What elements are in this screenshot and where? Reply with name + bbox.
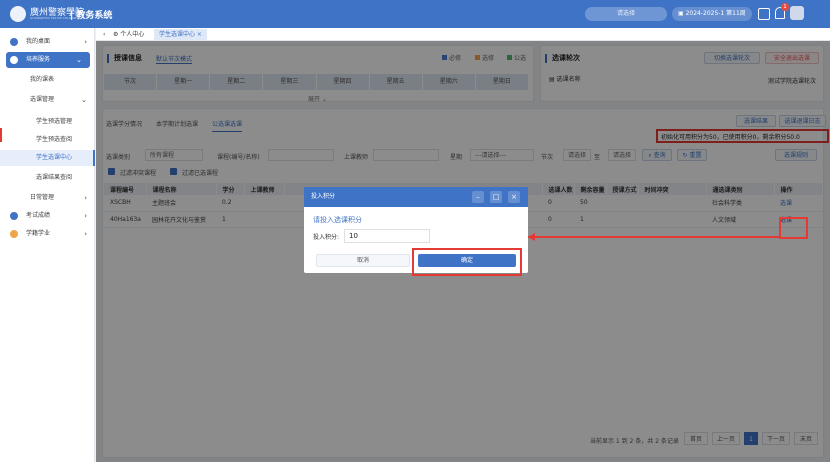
top-bar: 廣州警察學院 GUANGZHOU POLICE COLLEGE | 教务系统 请… [0,0,830,28]
sidebar-item-label: 培养服务 [26,56,51,63]
notification-badge: 1 [781,3,789,11]
sidebar-item-result-view[interactable]: 选课结果查阅 [0,170,95,186]
exam-icon [10,212,18,220]
desktop-icon [10,38,18,46]
sidebar-item-label: 选课管理 [30,96,55,103]
fullscreen-icon[interactable] [758,8,770,20]
tab-label: 个人中心 [120,31,145,38]
tab-selection-center[interactable]: 学生选课中心 × [154,29,207,40]
sidebar-item-label: 学籍学业 [26,230,51,237]
semester-selector[interactable]: ▣ 2024-2025-1 第11周 [672,7,752,21]
credit-field-label: 投入积分: [313,234,340,241]
close-icon[interactable]: × [508,191,520,203]
sidebar-item-label: 我的桌面 [26,38,51,45]
sidebar-item-label: 我的课表 [30,76,55,83]
minimize-icon[interactable]: – [472,191,484,203]
tab-label: 学生选课中心 [159,31,196,38]
training-icon [10,56,18,64]
sidebar-item-preselect-mgmt[interactable]: 学生预选管理 [0,114,95,130]
avatar[interactable] [790,6,804,20]
system-name: | 教务系统 [70,11,113,21]
sidebar-item-label: 考试成绩 [26,212,51,219]
sidebar-item-label: 学生预选管理 [36,118,73,125]
chevron-down-icon: ⌄ [81,96,87,104]
sidebar-item-status[interactable]: 学籍学业 › [0,226,95,242]
status-icon [10,230,18,238]
highlight-marker [0,128,2,142]
chevron-right-icon: › [84,230,87,238]
sidebar-item-training[interactable]: 培养服务 ⌄ [6,52,90,68]
tab-home[interactable]: ⚙ 个人中心 [108,29,149,40]
modal-subtitle: 请投入选课积分 [313,216,362,224]
modal-header: 投入积分 – □ × [304,187,528,207]
chevron-right-icon: › [84,194,87,202]
chevron-down-icon: ⌄ [76,56,82,64]
select-button-highlight [779,217,808,239]
sidebar-item-desktop[interactable]: 我的桌面 › [0,34,95,50]
sidebar-item-selection-center[interactable]: 学生选课中心 [0,150,95,166]
cancel-button[interactable]: 取消 [316,254,410,267]
confirm-highlight [412,248,522,276]
credit-input[interactable]: 10 [344,229,430,243]
maximize-icon[interactable]: □ [490,191,502,203]
arrow-line [528,236,781,238]
college-logo-icon [10,6,26,22]
chevron-right-icon: › [84,212,87,220]
chevron-right-icon: › [84,38,87,46]
sidebar-item-label: 学生选课中心 [36,154,73,161]
sidebar-item-preselect-view[interactable]: 学生预选查阅 [0,132,95,148]
sidebar: 我的桌面 › 培养服务 ⌄ 我的课表 选课管理 ⌄ 学生预选管理 学生预选查阅 学生选… [0,28,95,462]
sidebar-item-label: 选课结果查阅 [36,174,73,181]
global-search[interactable]: 请选择 [585,7,667,21]
sidebar-item-course-mgmt[interactable]: 选课管理 ⌄ [0,92,95,108]
modal-title: 投入积分 [311,193,336,200]
tabs-bar: ‹ ⚙ 个人中心 学生选课中心 × [96,28,830,41]
semester-label: 2024-2025-1 第11周 [685,10,746,17]
sidebar-item-daily[interactable]: 日常管理 › [0,190,95,206]
sidebar-item-label: 学生预选查阅 [36,136,73,143]
sidebar-item-label: 日常管理 [30,194,55,201]
arrow-head [528,233,535,241]
sidebar-item-exam[interactable]: 考试成绩 › [0,208,95,224]
sidebar-item-timetable[interactable]: 我的课表 [0,72,95,88]
